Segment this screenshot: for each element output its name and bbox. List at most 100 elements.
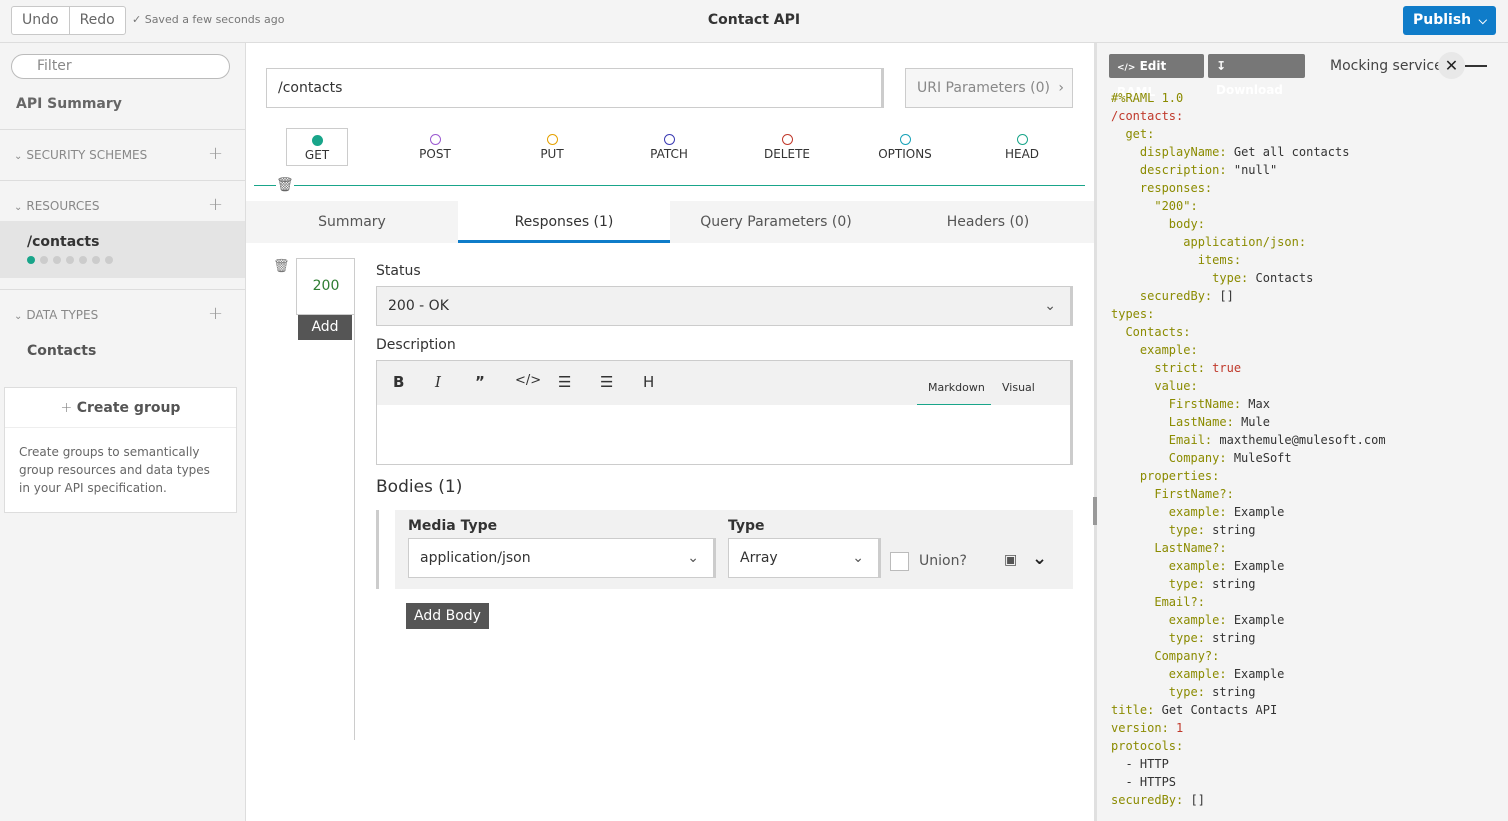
top-bar: Undo Redo ✓ Saved a few seconds ago Cont… [0,0,1508,43]
uri-parameters-label: URI Parameters (0) [917,80,1050,96]
download-button[interactable]: ↧ Download [1208,54,1305,97]
method-label: HEAD [1004,147,1040,161]
body-row: Media Type application/json ⌄ Type Array… [395,510,1073,589]
method-dot [53,256,61,264]
add-security-scheme-icon[interactable]: + [208,143,223,164]
image-icon[interactable]: ▣ [1004,552,1017,568]
response-code-tab[interactable]: 200 [296,258,355,315]
quote-icon[interactable]: ” [475,373,485,391]
plus-icon: + [60,400,77,416]
create-group-button[interactable]: + Create group [5,388,236,428]
code-icon: </> [1117,63,1136,73]
bodies-title: Bodies (1) [376,477,463,497]
section-security-schemes[interactable]: ⌄ SECURITY SCHEMES [14,148,147,162]
method-tab-options[interactable]: OPTIONS [874,128,936,166]
resource-label: /contacts [27,234,100,250]
method-underline [254,185,1085,186]
trash-icon[interactable]: 🗑 [273,259,290,274]
description-editor[interactable]: B I ” </> ☰ ☰ H Markdown Visual [376,360,1073,465]
method-status-icon [663,134,675,145]
tab-query-parameters[interactable]: Query Parameters (0) [670,201,882,243]
create-group-card: + Create group Create groups to semantic… [4,387,237,513]
mocking-service-toggle[interactable]: ✕ [1438,51,1490,81]
raml-panel: </> Edit RAML ↧ Download Mocking service… [1097,43,1508,821]
filter-input[interactable]: Filter [11,54,230,79]
method-status-icon [546,134,558,145]
section-label: SECURITY SCHEMES [26,148,148,162]
section-resources[interactable]: ⌄ RESOURCES [14,199,99,213]
create-group-description: Create groups to semantically group reso… [19,445,210,495]
unordered-list-icon[interactable]: ☰ [600,373,613,391]
body-panel: Media Type application/json ⌄ Type Array… [376,510,1073,589]
responses-panel: 🗑 200 Add Status 200 - OK ⌄ Description … [246,243,1094,821]
chevron-down-icon[interactable]: ⌵ [1479,6,1487,35]
method-label: OPTIONS [878,147,932,161]
method-tab-delete[interactable]: DELETE [756,128,818,166]
add-body-button[interactable]: Add Body [406,603,489,629]
sidebar-item-api-summary[interactable]: API Summary [16,96,122,112]
method-label: GET [304,148,330,162]
add-data-type-icon[interactable]: + [208,303,223,324]
method-dot [40,256,48,264]
publish-label: Publish [1413,12,1472,28]
chevron-down-icon: ⌄ [687,550,699,566]
add-resource-icon[interactable]: + [208,194,223,215]
method-status-icon [311,135,323,146]
chevron-down-icon: ⌄ [14,311,23,322]
tab-visual[interactable]: Visual [1002,381,1035,394]
chevron-down-icon[interactable]: ⌄ [1032,548,1047,569]
divider [354,258,355,740]
type-select[interactable]: Array ⌄ [728,538,881,578]
uri-parameters-button[interactable]: URI Parameters (0) › [905,68,1073,108]
method-tab-head[interactable]: HEAD [991,128,1053,166]
method-label: POST [419,147,451,161]
bold-icon[interactable]: B [393,373,404,391]
sidebar-item-contacts-type[interactable]: Contacts [27,343,96,359]
method-tab-get[interactable]: GET [286,128,348,166]
publish-button[interactable]: Publish ⌵ [1403,6,1496,35]
method-label: DELETE [763,147,810,161]
method-label: PUT [540,147,564,161]
add-response-button[interactable]: Add [298,315,352,340]
method-dot [27,256,35,264]
tab-responses[interactable]: Responses (1) [458,201,670,243]
tab-headers[interactable]: Headers (0) [882,201,1094,243]
union-checkbox[interactable] [890,552,909,571]
ordered-list-icon[interactable]: ☰ [558,373,571,391]
resource-editor: /contacts URI Parameters (0) › GET POST PU… [246,43,1094,821]
tab-markdown[interactable]: Markdown [928,381,985,394]
chevron-right-icon: › [1058,80,1065,96]
chevron-down-icon: ⌄ [14,151,23,162]
code-icon[interactable]: </> [515,373,541,388]
divider [0,129,245,130]
method-tab-patch[interactable]: PATCH [638,128,700,166]
chevron-down-icon: ⌄ [852,550,864,566]
chevron-down-icon: ⌄ [14,202,23,213]
type-value: Array [740,550,778,566]
download-icon: ↧ [1216,59,1227,73]
method-tab-put[interactable]: PUT [521,128,583,166]
method-tab-post[interactable]: POST [404,128,466,166]
tab-bar: Summary Responses (1) Query Parameters (… [246,201,1094,243]
method-dots [27,256,113,264]
status-label: Status [376,263,421,279]
mocking-service-label: Mocking service [1330,58,1443,74]
editor-toolbar: B I ” </> ☰ ☰ H Markdown Visual [377,361,1070,405]
method-dot [92,256,100,264]
heading-icon[interactable]: H [643,373,654,391]
status-select[interactable]: 200 - OK ⌄ [376,286,1073,326]
raml-code-view: #%RAML 1.0 /contacts: get: displayName: … [1111,91,1386,807]
section-data-types[interactable]: ⌄ DATA TYPES [14,308,98,322]
media-type-label: Media Type [408,518,498,534]
tab-summary[interactable]: Summary [246,201,458,243]
sidebar-item-contacts[interactable]: /contacts [0,221,245,278]
status-value: 200 - OK [388,298,449,314]
resource-path-input[interactable]: /contacts [266,68,884,108]
italic-icon[interactable]: I [435,373,441,391]
markdown-underline [917,404,991,405]
method-status-icon [429,134,441,145]
trash-icon[interactable]: 🗑 [276,177,294,193]
create-group-label: Create group [76,400,181,416]
media-type-select[interactable]: application/json ⌄ [408,538,716,578]
edit-raml-button[interactable]: </> Edit RAML [1109,54,1204,99]
